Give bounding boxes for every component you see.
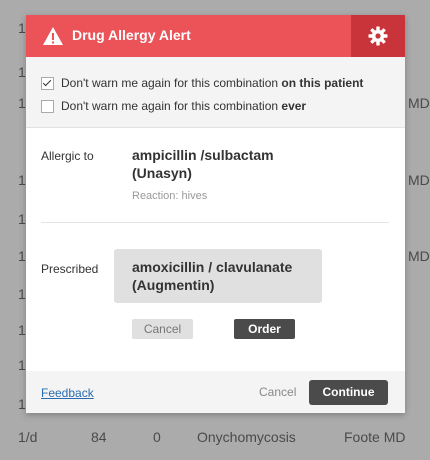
- option-text: Don't warn me again for this combination: [61, 99, 282, 113]
- table-cell: 1: [18, 95, 26, 111]
- order-button[interactable]: Order: [234, 319, 295, 339]
- table-cell: 1: [18, 172, 26, 188]
- table-cell: 1: [18, 286, 26, 302]
- dialog-title: Drug Allergy Alert: [72, 27, 191, 43]
- warning-icon: [43, 27, 63, 45]
- prescribed-drug-box: amoxicillin / clavulanate (Augmentin): [114, 249, 322, 303]
- option-emphasis: ever: [281, 99, 307, 113]
- drug-allergy-alert-dialog: Drug Allergy Alert Don't warn me again f…: [26, 15, 405, 413]
- table-cell: 1: [18, 64, 26, 80]
- dialog-footer: Feedback Cancel Continue: [26, 371, 405, 413]
- table-cell: Foote MD: [344, 429, 406, 445]
- allergen-drug-brand: (Unasyn): [132, 165, 192, 181]
- table-cell: MD: [408, 95, 430, 111]
- continue-button[interactable]: Continue: [309, 380, 388, 405]
- table-cell: MD: [408, 248, 430, 264]
- dont-warn-patient-label: Don't warn me again for this combination…: [61, 76, 363, 90]
- table-cell: 0: [153, 429, 161, 445]
- dont-warn-ever-label: Don't warn me again for this combination…: [61, 99, 306, 113]
- cancel-order-button[interactable]: Cancel: [132, 319, 193, 339]
- table-cell: 1: [18, 248, 26, 264]
- feedback-link[interactable]: Feedback: [41, 386, 94, 400]
- option-emphasis: on this patient: [281, 76, 364, 90]
- table-cell: 1: [18, 322, 26, 338]
- allergen-drug: ampicillin /sulbactam (Unasyn): [132, 146, 274, 182]
- allergic-to-label: Allergic to: [41, 149, 94, 163]
- prescribed-drug-name: amoxicillin / clavulanate: [132, 259, 293, 275]
- prescribed-drug-brand: (Augmentin): [132, 277, 215, 293]
- table-cell: 1: [18, 211, 26, 227]
- table-cell: 1/d: [18, 429, 38, 445]
- table-cell: 1: [18, 20, 26, 36]
- table-cell: 1: [18, 357, 26, 373]
- table-cell: 84: [91, 429, 107, 445]
- option-text: Don't warn me again for this combination: [61, 76, 282, 90]
- reaction-text: Reaction: hives: [132, 190, 208, 202]
- dont-warn-ever-checkbox[interactable]: [41, 100, 54, 113]
- dont-warn-patient-checkbox[interactable]: [41, 77, 54, 90]
- settings-button[interactable]: [351, 15, 405, 57]
- prescribed-drug: amoxicillin / clavulanate (Augmentin): [132, 258, 292, 294]
- divider: [41, 222, 389, 223]
- allergen-drug-name: ampicillin /sulbactam: [132, 147, 274, 163]
- table-cell: Onychomycosis: [197, 429, 296, 445]
- table-cell: MD: [408, 172, 430, 188]
- cancel-button[interactable]: Cancel: [259, 385, 296, 399]
- prescribed-label: Prescribed: [41, 262, 99, 276]
- table-row: 1/d 84 0 Onychomycosis Foote MD: [0, 429, 430, 449]
- table-cell: 1: [18, 396, 26, 412]
- gear-icon: [368, 26, 388, 46]
- dialog-header: Drug Allergy Alert: [26, 15, 405, 57]
- warning-options: Don't warn me again for this combination…: [26, 57, 405, 128]
